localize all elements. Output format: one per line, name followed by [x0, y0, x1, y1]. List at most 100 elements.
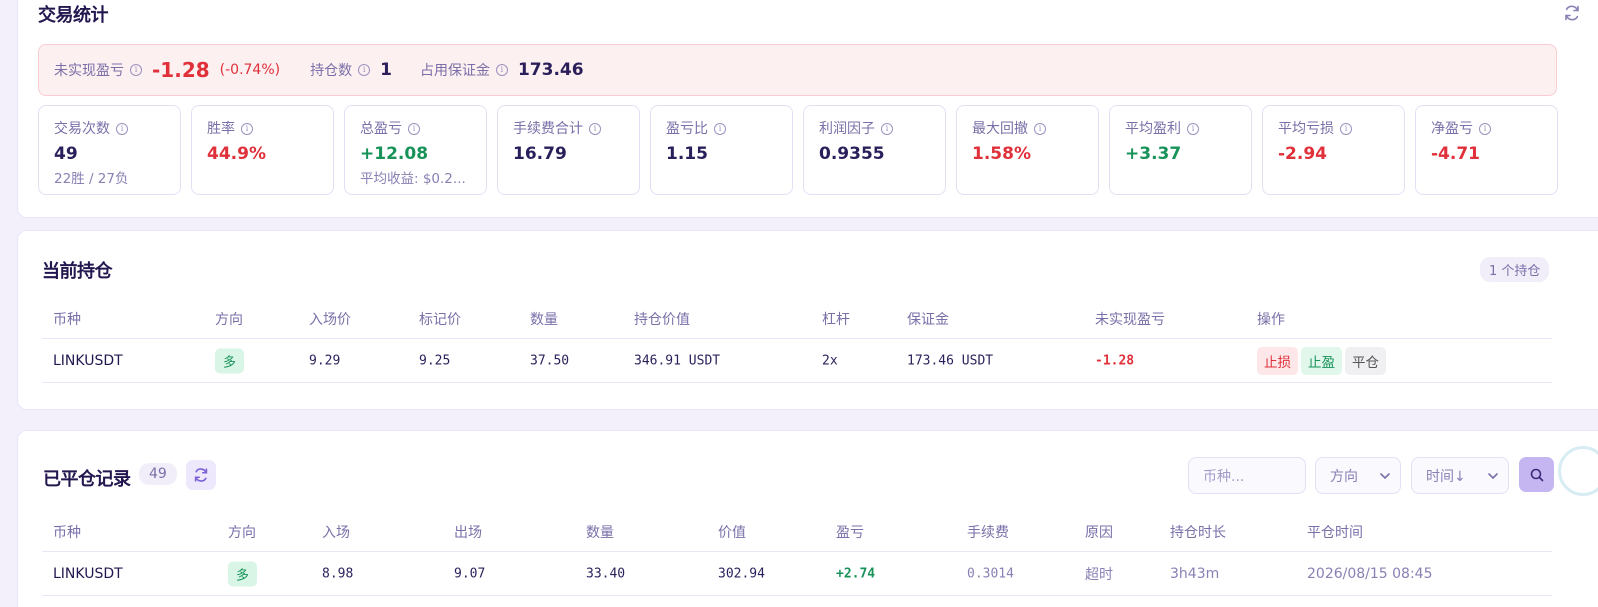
cell-entry: 9.29	[309, 353, 341, 368]
table-header: 币种 方向 入场 出场 数量 价值 盈亏 手续费 原因 持仓时长 平仓时间	[42, 512, 1552, 552]
stat-label: 胜率	[207, 121, 235, 137]
cell-margin: 173.46 USDT	[907, 353, 994, 368]
chevron-down-icon	[1488, 473, 1498, 480]
info-icon[interactable]: i	[1479, 123, 1491, 135]
stat-label: 总盈亏	[360, 121, 402, 137]
stat-label: 平均亏损	[1278, 121, 1334, 137]
stat-label: 最大回撤	[972, 121, 1028, 137]
stat-box-total-pnl: 总盈亏 i +12.08 平均收益: $0.2...	[344, 105, 487, 195]
info-icon[interactable]: i	[495, 64, 508, 76]
col-reason: 原因	[1085, 524, 1113, 541]
info-icon[interactable]: i	[1340, 123, 1352, 135]
info-icon[interactable]: i	[116, 123, 128, 135]
search-button[interactable]	[1519, 457, 1554, 492]
direction-select[interactable]: 方向	[1315, 457, 1401, 494]
stat-box-pl-ratio: 盈亏比 i 1.15	[650, 105, 793, 195]
sort-select[interactable]: 时间↓	[1411, 457, 1509, 494]
stat-value: 1.15	[666, 144, 708, 164]
closed-count-badge: 49	[139, 463, 177, 485]
stat-value: -4.71	[1431, 144, 1480, 164]
cell-value: 346.91 USDT	[634, 353, 721, 368]
sort-select-value: 时间↓	[1426, 468, 1466, 485]
direction-badge: 多	[228, 561, 258, 586]
col-value: 价值	[718, 524, 746, 541]
stat-box-avg-loss: 平均亏损 i -2.94	[1262, 105, 1405, 195]
summary-bar: 未实现盈亏 i -1.28 (-0.74%) 持仓数 i 1 占用保证金 i 1…	[38, 44, 1557, 96]
col-entry: 入场价	[309, 311, 351, 328]
col-fee: 手续费	[967, 524, 1009, 541]
search-icon	[1530, 468, 1543, 481]
info-icon[interactable]: i	[358, 64, 371, 76]
row-actions: 止损 止盈 平仓	[1257, 346, 1389, 375]
col-mark: 标记价	[419, 311, 461, 328]
refresh-button[interactable]	[186, 460, 216, 490]
refresh-icon[interactable]	[1562, 3, 1582, 23]
col-exit: 出场	[454, 524, 482, 541]
stat-box-max-drawdown: 最大回撤 i 1.58%	[956, 105, 1099, 195]
cell-fee: 0.3014	[967, 566, 1014, 581]
table-row: LINKUSDT 多 9.29 9.25 37.50 346.91 USDT 2…	[42, 339, 1552, 383]
stop-loss-button[interactable]: 止损	[1257, 346, 1298, 375]
positions-table: 币种 方向 入场价 标记价 数量 持仓价值 杠杆 保证金 未实现盈亏 操作 LI…	[42, 299, 1552, 383]
table-header: 币种 方向 入场价 标记价 数量 持仓价值 杠杆 保证金 未实现盈亏 操作	[42, 299, 1552, 339]
stat-label: 净盈亏	[1431, 121, 1473, 137]
info-icon[interactable]: i	[408, 123, 420, 135]
col-direction: 方向	[215, 311, 243, 328]
stat-box-net-pnl: 净盈亏 i -4.71	[1415, 105, 1558, 195]
direction-badge: 多	[215, 348, 245, 373]
cell-qty: 33.40	[586, 566, 626, 581]
closed-trades-table: 币种 方向 入场 出场 数量 价值 盈亏 手续费 原因 持仓时长 平仓时间 LI…	[42, 512, 1552, 596]
cell-entry: 8.98	[322, 566, 354, 581]
col-leverage: 杠杆	[822, 311, 850, 328]
stat-value: +12.08	[360, 144, 429, 164]
col-qty: 数量	[586, 524, 614, 541]
cell-symbol: LINKUSDT	[53, 352, 123, 369]
stat-value: 16.79	[513, 144, 567, 164]
info-icon[interactable]: i	[589, 123, 601, 135]
col-entry: 入场	[322, 524, 350, 541]
stat-sub: 平均收益: $0.2...	[360, 171, 466, 187]
stat-label: 利润因子	[819, 121, 875, 137]
margin-used-label: 占用保证金	[419, 63, 490, 79]
cell-mark: 9.25	[419, 353, 451, 368]
chevron-down-icon	[1380, 473, 1390, 480]
col-close-time: 平仓时间	[1307, 524, 1363, 541]
take-profit-button[interactable]: 止盈	[1301, 346, 1342, 375]
stat-box-profit-factor: 利润因子 i 0.9355	[803, 105, 946, 195]
refresh-icon	[194, 468, 208, 482]
cell-reason: 超时	[1085, 566, 1113, 583]
stat-boxes: 交易次数 i 49 22胜 / 27负 胜率 i 44.9% 总盈亏 i +12.08 平均收益…	[38, 105, 1558, 195]
stat-label: 交易次数	[54, 121, 110, 137]
stat-box-avg-profit: 平均盈利 i +3.37	[1109, 105, 1252, 195]
col-symbol: 币种	[53, 311, 81, 328]
positions-count-value: 1	[380, 60, 392, 80]
stat-sub: 22胜 / 27负	[54, 171, 129, 187]
info-icon[interactable]: i	[714, 123, 726, 135]
cell-exit: 9.07	[454, 566, 486, 581]
open-positions-card: 当前持仓 1 个持仓 币种 方向 入场价 标记价 数量 持仓价值 杠杆 保证金 …	[17, 230, 1598, 410]
stats-title: 交易统计	[38, 5, 109, 26]
col-margin: 保证金	[907, 311, 949, 328]
info-icon[interactable]: i	[881, 123, 893, 135]
closed-title: 已平仓记录	[43, 469, 131, 490]
stat-label: 手续费合计	[513, 121, 583, 137]
info-icon[interactable]: i	[241, 123, 253, 135]
positions-title: 当前持仓	[42, 261, 113, 282]
info-icon[interactable]: i	[130, 64, 142, 76]
stat-box-win-rate: 胜率 i 44.9%	[191, 105, 334, 195]
closed-trades-card: 已平仓记录 49 币种... 方向 时间↓ 币种 方向 入场 出场 数量 价值	[17, 430, 1598, 607]
symbol-filter-input[interactable]: 币种...	[1188, 457, 1306, 494]
cell-value: 302.94	[718, 566, 765, 581]
cell-pnl: +2.74	[836, 566, 876, 581]
trade-stats-card: 交易统计 未实现盈亏 i -1.28 (-0.74%) 持仓数 i 1 占用保证…	[17, 0, 1598, 218]
col-direction: 方向	[228, 524, 256, 541]
stat-value: 49	[54, 144, 78, 164]
stat-box-trades: 交易次数 i 49 22胜 / 27负	[38, 105, 181, 195]
col-pnl: 盈亏	[836, 524, 864, 541]
close-position-button[interactable]: 平仓	[1345, 346, 1386, 375]
cell-qty: 37.50	[530, 353, 570, 368]
info-icon[interactable]: i	[1034, 123, 1046, 135]
info-icon[interactable]: i	[1187, 123, 1199, 135]
stat-box-fees: 手续费合计 i 16.79	[497, 105, 640, 195]
unrealized-pnl-label: 未实现盈亏	[54, 63, 124, 79]
